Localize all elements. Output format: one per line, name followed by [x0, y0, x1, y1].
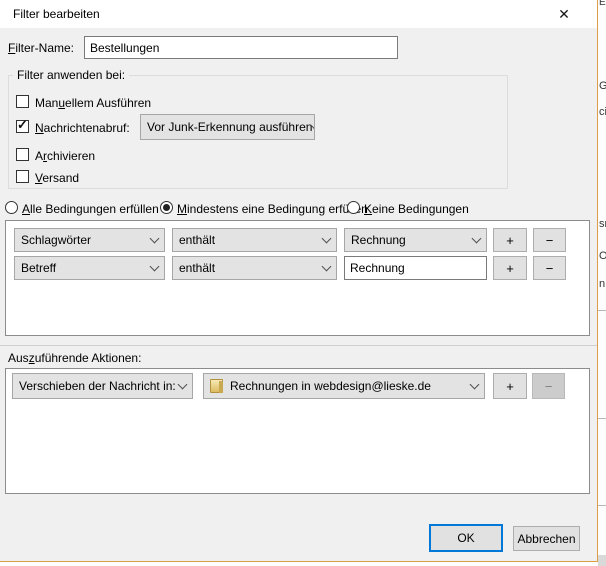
condition-field-dropdown[interactable]: Betreff [14, 256, 165, 280]
filter-name-input[interactable] [84, 36, 398, 59]
condition-value-dropdown[interactable]: Rechnung [344, 228, 487, 252]
cancel-button[interactable]: Abbrechen [513, 526, 580, 551]
action-target-folder-dropdown[interactable]: Rechnungen in webdesign@lieske.de [203, 373, 485, 399]
remove-action-button[interactable]: − [532, 373, 565, 399]
add-action-button[interactable]: + [493, 373, 527, 399]
condition-operator-dropdown[interactable]: enthält [172, 228, 337, 252]
checkbox-manual-run[interactable] [16, 95, 29, 108]
background-text-fragment: G [599, 80, 606, 92]
remove-condition-button[interactable]: − [533, 228, 566, 252]
checkmark-icon: ✓ [17, 117, 28, 132]
action-type-dropdown[interactable]: Verschieben der Nachricht in: [12, 373, 193, 399]
background-text-fragment: Er [599, 0, 606, 8]
dialog-title: Filter bearbeiten [13, 7, 100, 21]
background-text-fragment: ci [599, 106, 606, 118]
actions-label: Auszuführende Aktionen: [8, 351, 142, 365]
background-divider [598, 418, 606, 419]
radio-match-any-label[interactable]: Mindestens eine Bedingung erfüllen [177, 202, 368, 216]
checkbox-sending[interactable] [16, 170, 29, 183]
radio-match-any[interactable] [160, 201, 173, 214]
radio-match-none[interactable] [347, 201, 360, 214]
condition-field-dropdown[interactable]: Schlagwörter [14, 228, 165, 252]
ok-button[interactable]: OK [429, 524, 503, 552]
chevron-down-icon [471, 233, 482, 243]
add-condition-button[interactable]: + [493, 228, 527, 252]
checkbox-sending-label[interactable]: Versand [35, 171, 79, 185]
radio-match-all[interactable] [5, 201, 18, 214]
close-icon[interactable]: ✕ [551, 3, 577, 25]
checkbox-manual-run-label[interactable]: Manuellem Ausführen [35, 96, 151, 110]
dialog-titlebar: Filter bearbeiten ✕ [0, 0, 597, 28]
add-condition-button[interactable]: + [493, 256, 527, 280]
chevron-down-icon [321, 261, 332, 271]
condition-operator-dropdown[interactable]: enthält [172, 256, 337, 280]
folder-icon [210, 379, 223, 393]
checkbox-getting-mail-label[interactable]: Nachrichtenabruf: [35, 121, 130, 135]
background-divider [598, 505, 606, 506]
checkbox-archiving[interactable] [16, 148, 29, 161]
checkbox-archiving-label[interactable]: Archivieren [35, 149, 95, 163]
junk-timing-dropdown[interactable]: Vor Junk-Erkennung ausführen [140, 114, 315, 140]
remove-condition-button[interactable]: − [533, 256, 566, 280]
chevron-down-icon [149, 261, 160, 271]
radio-match-none-label[interactable]: Keine Bedingungen [364, 202, 469, 216]
chevron-down-icon [177, 379, 188, 389]
filter-name-label: Filter-Name: [8, 41, 75, 55]
checkbox-getting-mail[interactable]: ✓ [16, 117, 29, 133]
chevron-down-icon [321, 233, 332, 243]
junk-timing-dropdown-value: Vor Junk-Erkennung ausführen [147, 120, 313, 134]
section-divider [0, 345, 597, 346]
background-text-fragment: O [599, 250, 606, 262]
radio-match-all-label[interactable]: Alle Bedingungen erfüllen [22, 202, 159, 216]
condition-value-input[interactable] [344, 256, 487, 280]
radio-selected-dot [163, 204, 170, 211]
chevron-down-icon [149, 233, 160, 243]
background-footer-block [598, 555, 606, 566]
background-text-fragment: n [599, 278, 606, 290]
apply-when-legend: Filter anwenden bei: [13, 68, 130, 82]
chevron-down-icon [469, 379, 480, 389]
filter-edit-dialog: Filter bearbeiten ✕ Filter-Name: Filter … [0, 0, 598, 562]
background-divider [598, 310, 606, 311]
background-text-fragment: sr [599, 218, 606, 230]
